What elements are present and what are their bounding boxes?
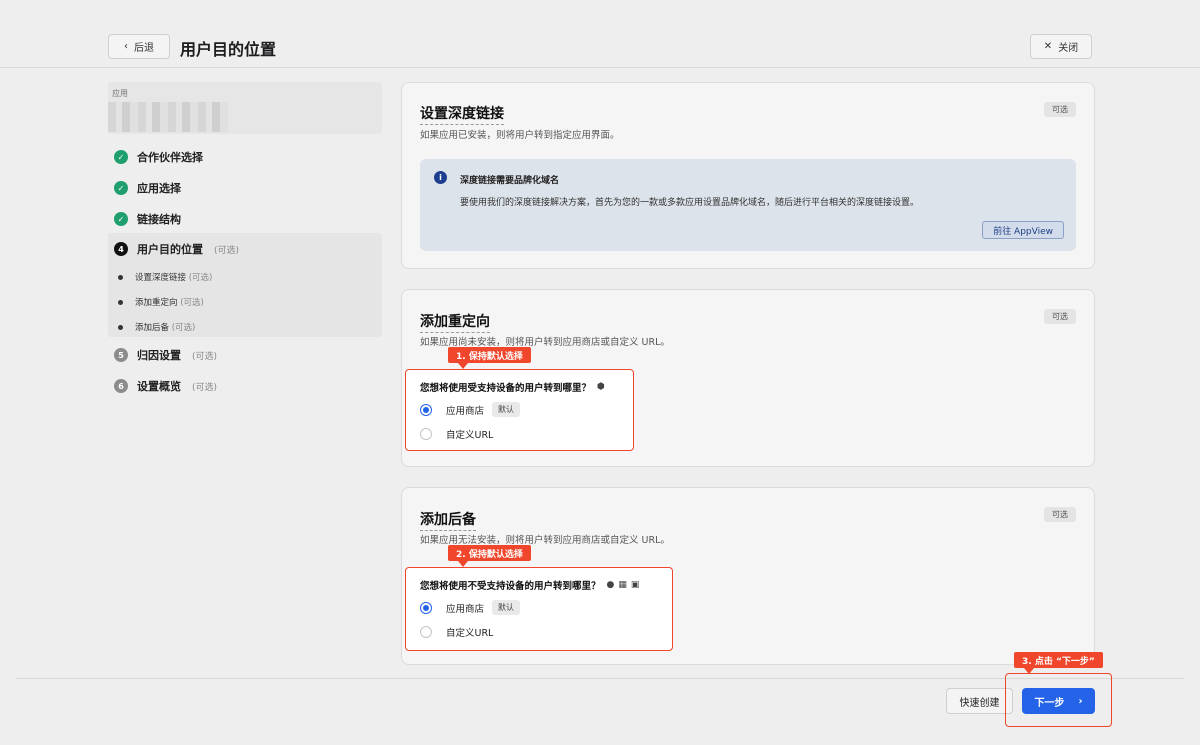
radio-selected[interactable] (420, 601, 432, 614)
optional-badge: 可选 (1044, 309, 1076, 324)
optional-tag: (可选) (192, 382, 218, 393)
info-box: i 深度链接需要品牌化域名 要使用我们的深度链接解决方案，首先为您的一款或多款应… (420, 159, 1076, 251)
substep-label: 设置深度链接 (可选) (135, 273, 213, 283)
radio-custom-url[interactable]: 自定义URL (420, 427, 493, 441)
radio-selected[interactable] (420, 403, 432, 416)
question-label: 您想将使用受支持设备的用户转到哪里？ ⬢ (420, 382, 605, 394)
card-description: 如果应用无法安装，则将用户转到应用商店或自定义 URL。 (420, 535, 670, 546)
annotation-callout-2: 2. 保持默认选择 (448, 545, 531, 567)
next-button[interactable]: 下一步 › (1022, 688, 1095, 714)
card-title: 设置深度链接 (420, 103, 504, 125)
bullet-icon (118, 299, 123, 305)
radio-app-store[interactable]: 应用商店 默认 (420, 600, 521, 615)
app-label: 应用 (112, 89, 128, 98)
substep-redirect[interactable]: 添加重定向 (可选) (118, 296, 204, 308)
card-description: 如果应用尚未安装，则将用户转到应用商店或自定义 URL。 (420, 337, 670, 348)
annotation-callout-1: 1. 保持默认选择 (448, 347, 531, 369)
radio-unselected[interactable] (420, 428, 432, 440)
radio-unselected[interactable] (420, 626, 432, 638)
step-number-icon: 5 (114, 348, 128, 362)
page-header: ‹ 后退 用户目的位置 ✕ 关闭 (0, 0, 1200, 68)
optional-tag: (可选) (214, 245, 240, 256)
step-overview[interactable]: 6 设置概览 (可选) (114, 378, 217, 394)
info-text: 要使用我们的深度链接解决方案，首先为您的一款或多款应用设置品牌化域名，随后进行平… (460, 198, 920, 208)
android-icon: ⬢ (597, 382, 605, 392)
radio-label: 自定义URL (446, 430, 494, 441)
quick-create-button[interactable]: 快速创建 (946, 688, 1013, 714)
windows-icon: ▦ (618, 580, 627, 590)
substep-fallback[interactable]: 添加后备 (可选) (118, 321, 195, 333)
chevron-right-icon: › (1078, 695, 1083, 707)
step-number-icon: 6 (114, 379, 128, 393)
card-title: 添加后备 (420, 509, 476, 531)
redirect-question-box: 您想将使用受支持设备的用户转到哪里？ ⬢ 应用商店 默认 自定义URL (405, 369, 634, 451)
substep-label: 添加后备 (可选) (135, 323, 196, 333)
store-icon: ▣ (630, 580, 640, 590)
apple-icon: ● (606, 580, 615, 590)
default-badge: 默认 (492, 402, 521, 417)
step-label: 用户目的位置 (137, 243, 203, 256)
step-label: 合作伙伴选择 (137, 151, 203, 164)
page-title: 用户目的位置 (180, 40, 277, 59)
bullet-icon (118, 274, 123, 280)
radio-label: 应用商店 (446, 603, 485, 615)
radio-custom-url[interactable]: 自定义URL (420, 625, 493, 639)
step-label: 设置概览 (137, 380, 181, 393)
step-attribution[interactable]: 5 归因设置 (可选) (114, 347, 217, 363)
back-button-label: 后退 (134, 43, 154, 54)
close-icon: ✕ (1043, 41, 1053, 52)
fallback-question-box: 您想将使用不受支持设备的用户转到哪里？ ● ▦ ▣ 应用商店 默认 自定义URL (405, 567, 673, 651)
radio-label: 应用商店 (446, 405, 485, 417)
step-label: 归因设置 (137, 349, 181, 362)
step-user-destination[interactable]: 4 用户目的位置 (可选) (114, 241, 239, 257)
step-app-selection[interactable]: ✓ 应用选择 (114, 180, 181, 196)
radio-label: 自定义URL (446, 628, 494, 639)
blurred-app-name (108, 102, 228, 132)
radio-app-store[interactable]: 应用商店 默认 (420, 402, 521, 417)
step-partner-selection[interactable]: ✓ 合作伙伴选择 (114, 149, 203, 165)
back-button[interactable]: ‹ 后退 (108, 34, 170, 59)
deeplink-card: 设置深度链接 如果应用已安装，则将用户转到指定应用界面。 可选 i 深度链接需要… (401, 82, 1095, 269)
step-number-icon: 4 (114, 242, 128, 256)
optional-tag: (可选) (192, 351, 218, 362)
default-badge: 默认 (492, 600, 521, 615)
optional-badge: 可选 (1044, 507, 1076, 522)
substep-deeplink[interactable]: 设置深度链接 (可选) (118, 271, 212, 283)
next-button-label: 下一步 (1034, 697, 1065, 709)
question-label: 您想将使用不受支持设备的用户转到哪里？ ● ▦ ▣ (420, 580, 640, 592)
go-to-appview-button[interactable]: 前往 AppView (982, 221, 1064, 239)
step-label: 应用选择 (137, 182, 181, 195)
close-button-label: 关闭 (1058, 43, 1079, 54)
close-button[interactable]: ✕ 关闭 (1030, 34, 1092, 59)
info-icon: i (434, 171, 447, 184)
app-selection-box: 应用 (108, 82, 382, 134)
info-title: 深度链接需要品牌化域名 (460, 176, 560, 186)
check-icon: ✓ (114, 181, 128, 195)
check-icon: ✓ (114, 150, 128, 164)
card-description: 如果应用已安装，则将用户转到指定应用界面。 (420, 130, 620, 141)
substep-label: 添加重定向 (可选) (135, 298, 204, 308)
card-title: 添加重定向 (420, 311, 490, 333)
check-icon: ✓ (114, 212, 128, 226)
step-link-structure[interactable]: ✓ 链接结构 (114, 211, 181, 227)
annotation-callout-3: 3. 点击 “下一步” (1014, 652, 1103, 674)
sidebar: 应用 ✓ 合作伙伴选择 ✓ 应用选择 ✓ 链接结构 4 用户目的位置 (可选) … (108, 82, 382, 393)
bullet-icon (118, 324, 123, 330)
optional-badge: 可选 (1044, 102, 1076, 117)
chevron-left-icon: ‹ (124, 41, 128, 52)
step-label: 链接结构 (137, 213, 181, 226)
